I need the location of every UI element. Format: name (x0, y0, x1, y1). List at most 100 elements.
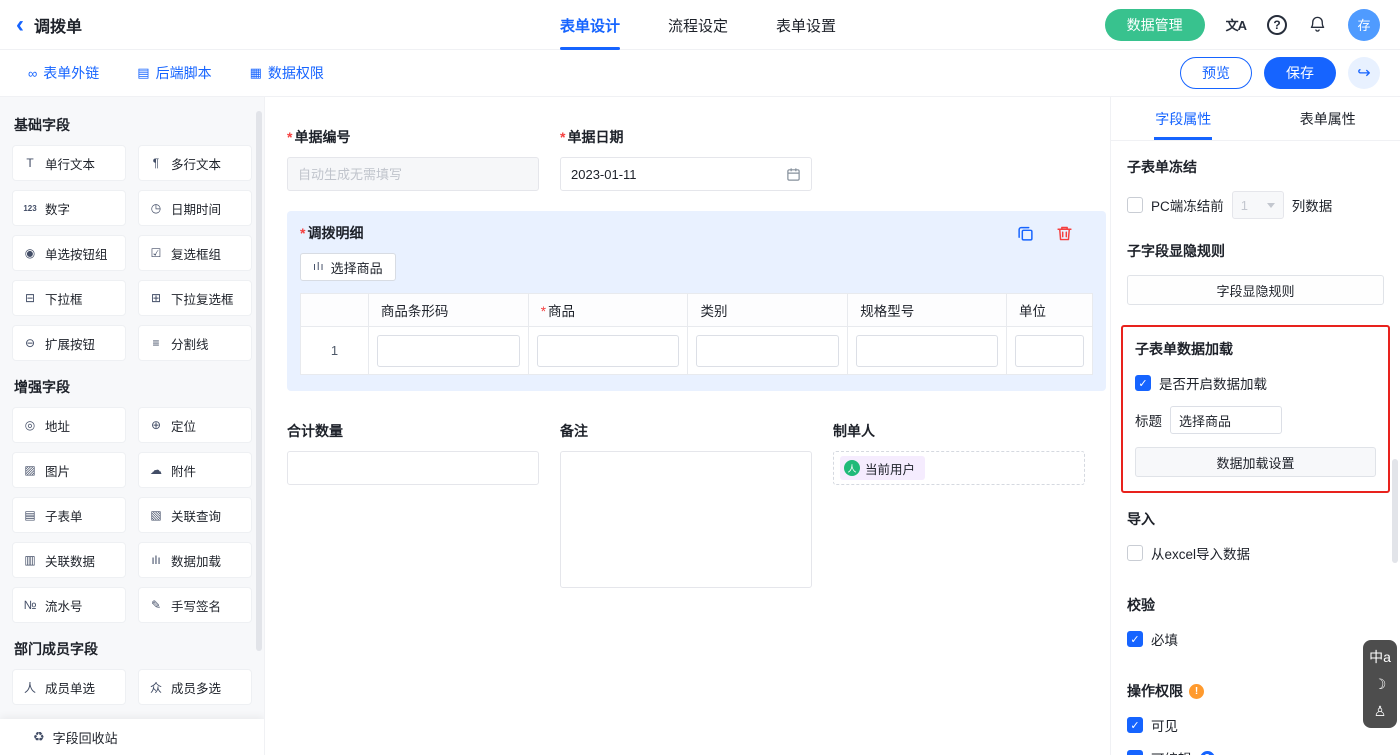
radio-group-icon: ◉ (21, 246, 39, 260)
col-header-index (301, 294, 369, 327)
data-load-checkbox[interactable] (1135, 375, 1151, 391)
required-checkbox[interactable] (1127, 631, 1143, 647)
field-item-relation-data[interactable]: ▥关联数据 (12, 542, 126, 578)
unit-cell-input[interactable] (1015, 335, 1084, 367)
field-item-address[interactable]: ◎ 地址 (12, 407, 126, 443)
freeze-row: PC端冻结前 1 列数据 (1127, 191, 1384, 219)
field-item-serial-number[interactable]: №流水号 (12, 587, 126, 623)
avatar[interactable]: 存 (1348, 9, 1380, 41)
remark-label: 备注 (560, 423, 588, 439)
field-item-checkbox-group[interactable]: ☑复选框组 (138, 235, 252, 271)
import-row: 从excel导入数据 (1127, 543, 1384, 563)
number-icon: 123 (21, 204, 39, 213)
field-item-location[interactable]: ⊕定位 (138, 407, 252, 443)
spec-cell-input[interactable] (856, 335, 998, 367)
tab-form-setting[interactable]: 表单设置 (776, 0, 836, 50)
back-icon[interactable]: ‹ (16, 13, 24, 37)
subform-block[interactable]: *调拨明细 ılı 选择商品 商品条形码 (287, 211, 1106, 391)
field-item-multi-line-text[interactable]: ¶多行文本 (138, 145, 252, 181)
creator-input[interactable]: 人 当前用户 (833, 451, 1085, 485)
tab-flow-setting[interactable]: 流程设定 (668, 0, 728, 50)
category-cell-input[interactable] (696, 335, 839, 367)
help-icon[interactable]: ? (1267, 15, 1287, 35)
data-manage-button[interactable]: 数据管理 (1105, 9, 1205, 41)
doc-date-field: *单据日期 2023-01-11 (560, 127, 812, 191)
visible-checkbox[interactable] (1127, 717, 1143, 733)
data-permission-link[interactable]: ▦ 数据权限 (250, 63, 324, 83)
field-item-attachment[interactable]: ☁ 附件 (138, 452, 252, 488)
field-item-single-line-text[interactable]: T单行文本 (12, 145, 126, 181)
field-item-image[interactable]: ▨图片 (12, 452, 126, 488)
data-load-icon: ılı (147, 553, 165, 567)
theme-icon[interactable]: ♙ (1374, 704, 1387, 718)
calendar-icon (786, 167, 801, 182)
attachment-icon: ☁ (147, 463, 165, 477)
required-label: 必填 (1151, 629, 1178, 649)
field-item-member-multi[interactable]: 众成员多选 (138, 669, 252, 705)
validation-title: 校验 (1127, 595, 1384, 615)
form-external-link[interactable]: ∞ 表单外链 (28, 63, 99, 83)
warning-icon[interactable]: ! (1189, 684, 1204, 699)
user-icon: 人 (844, 460, 860, 476)
delete-icon[interactable] (1056, 225, 1073, 242)
sidebar-scrollbar[interactable] (256, 111, 262, 651)
field-item-data-load[interactable]: ılı数据加载 (138, 542, 252, 578)
field-label: 多行文本 (171, 154, 221, 173)
field-item-member-single[interactable]: 人成员单选 (12, 669, 126, 705)
data-load-field-label: 标题 (1135, 410, 1162, 430)
field-item-radio-group[interactable]: ◉单选按钮组 (12, 235, 126, 271)
visibility-rule-button[interactable]: 字段显隐规则 (1127, 275, 1384, 305)
field-item-number[interactable]: 123数字 (12, 190, 126, 226)
data-load-settings-button[interactable]: 数据加载设置 (1135, 447, 1376, 477)
product-cell-input[interactable] (537, 335, 680, 367)
required-mark: * (560, 129, 565, 145)
share-button[interactable]: ↪ (1348, 57, 1380, 89)
tab-form-properties[interactable]: 表单属性 (1256, 97, 1400, 140)
creator-field: 制单人 人 当前用户 (833, 421, 1085, 591)
section-title-member: 部门成员字段 (14, 639, 250, 659)
editable-label: 可编辑 (1151, 748, 1192, 755)
doc-no-input[interactable] (287, 157, 539, 191)
form-canvas: *单据编号 *单据日期 2023-01-11 *调拨明细 (265, 97, 1110, 755)
remark-textarea[interactable] (560, 451, 812, 588)
field-label: 下拉复选框 (171, 289, 234, 308)
translate-widget-icon[interactable]: 中a (1369, 650, 1391, 664)
freeze-checkbox[interactable] (1127, 197, 1143, 213)
checkbox-group-icon: ☑ (147, 246, 165, 260)
select-product-button[interactable]: ılı 选择商品 (300, 253, 396, 281)
field-item-signature[interactable]: ✎手写签名 (138, 587, 252, 623)
editable-checkbox[interactable] (1127, 750, 1143, 755)
question-icon[interactable]: ? (1200, 751, 1215, 755)
barcode-cell-input[interactable] (377, 335, 520, 367)
doc-date-input[interactable]: 2023-01-11 (560, 157, 812, 191)
backend-script-link[interactable]: ▤ 后端脚本 (137, 63, 211, 83)
field-item-multi-select[interactable]: ⊞下拉复选框 (138, 280, 252, 316)
excel-import-checkbox[interactable] (1127, 545, 1143, 561)
preview-button[interactable]: 预览 (1180, 57, 1252, 89)
address-icon: ◎ (21, 418, 39, 432)
total-qty-input[interactable] (287, 451, 539, 485)
field-label: 附件 (171, 461, 196, 480)
freeze-count-select[interactable]: 1 (1232, 191, 1284, 219)
field-label: 地址 (45, 416, 70, 435)
field-item-divider[interactable]: ≡分割线 (138, 325, 252, 361)
panel-scrollbar[interactable] (1392, 459, 1398, 563)
recycle-label: 字段回收站 (53, 728, 118, 747)
field-item-datetime[interactable]: ◷日期时间 (138, 190, 252, 226)
field-item-relation-query[interactable]: ▧关联查询 (138, 497, 252, 533)
link-icon: ∞ (28, 66, 37, 81)
field-item-select[interactable]: ⊟下拉框 (12, 280, 126, 316)
copy-icon[interactable] (1017, 225, 1034, 242)
field-recycle-bin[interactable]: ♻ 字段回收站 (0, 719, 264, 755)
data-load-title-input[interactable] (1170, 406, 1282, 434)
bell-icon[interactable] (1308, 15, 1327, 34)
field-item-extend-button[interactable]: ⊖扩展按钮 (12, 325, 126, 361)
translate-icon[interactable]: 文A (1226, 15, 1246, 34)
dark-mode-icon[interactable]: ☽ (1374, 677, 1387, 691)
signature-icon: ✎ (147, 598, 165, 612)
field-item-subform[interactable]: ▤子表单 (12, 497, 126, 533)
tab-field-properties[interactable]: 字段属性 (1111, 97, 1256, 140)
section-title-enhanced: 增强字段 (14, 377, 250, 397)
tab-form-design[interactable]: 表单设计 (560, 0, 620, 50)
save-button[interactable]: 保存 (1264, 57, 1336, 89)
